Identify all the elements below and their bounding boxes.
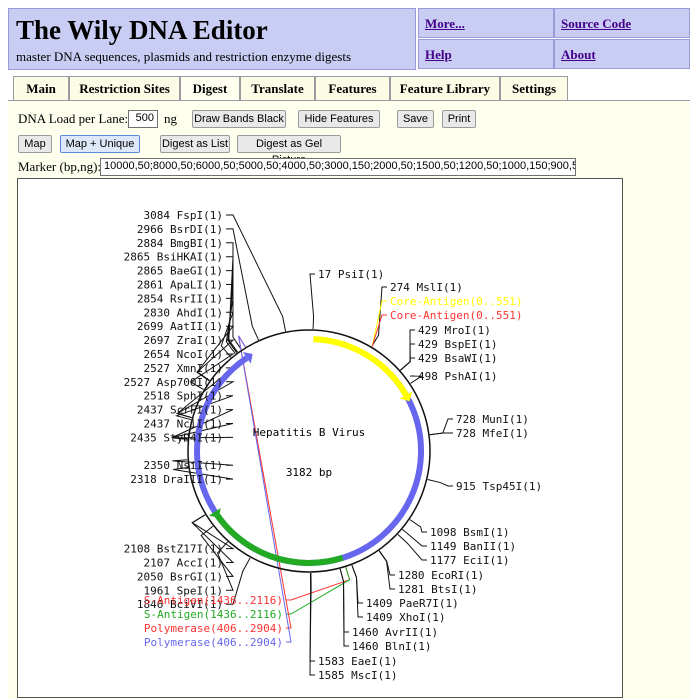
marker-label: Marker (bp,ng): xyxy=(18,159,102,174)
site-leader-line xyxy=(309,572,315,676)
polymerase-label-blue: Polymerase(406..2904) xyxy=(144,636,283,649)
site-label: 1583 EaeI(1) xyxy=(318,655,397,668)
help-link[interactable]: Help xyxy=(418,39,554,69)
site-label: 498 PshAI(1) xyxy=(418,370,497,383)
site-label: 2966 BsrDI(1) xyxy=(137,223,223,236)
tab-digest[interactable]: Digest xyxy=(180,76,240,102)
s-antigen-arc xyxy=(212,510,344,566)
core-antigen-label-yellow: Core-Antigen(0..551) xyxy=(390,295,522,308)
draw-bands-black-button[interactable]: Draw Bands Black xyxy=(192,110,286,128)
site-label: 2884 BmgBI(1) xyxy=(137,237,223,250)
site-label: 1409 XhoI(1) xyxy=(366,611,445,624)
s-antigen-label-green: S-Antigen(1436..2116) xyxy=(144,608,283,621)
site-label: 2861 ApaLI(1) xyxy=(137,279,223,292)
site-label: 2318 DraIII(1) xyxy=(130,473,223,486)
site-label: 429 MroI(1) xyxy=(418,324,491,337)
plasmid-map: Hepatitis B Virus 3182 bp 3084 FspI(1) 29… xyxy=(17,178,623,698)
marker-input[interactable]: 10000,50;8000,50;6000,50;5000,50;4000,50… xyxy=(100,158,576,176)
site-label: 1149 BanII(1) xyxy=(430,540,516,553)
site-leader-line xyxy=(309,273,315,330)
about-link[interactable]: About xyxy=(554,39,690,69)
dna-load-label: DNA Load per Lane: xyxy=(18,111,129,126)
site-label: 1281 BtsI(1) xyxy=(398,583,477,596)
plasmid-length: 3182 bp xyxy=(286,466,332,479)
site-label: 2108 BstZ17I(1) xyxy=(124,543,223,556)
print-button[interactable]: Print xyxy=(442,110,476,128)
feature-arcs xyxy=(194,336,424,566)
site-label: 728 MfeI(1) xyxy=(456,427,529,440)
site-label: 915 Tsp45I(1) xyxy=(456,480,542,493)
polymerase-label-red: Polymerase(406..2904) xyxy=(144,622,283,635)
site-label: 429 BspEI(1) xyxy=(418,338,497,351)
dna-load-unit: ng xyxy=(164,111,177,126)
site-label: 2865 BsiHKAI(1) xyxy=(124,251,223,264)
site-labels: 3084 FspI(1)2966 BsrDI(1)2884 BmgBI(1)28… xyxy=(124,209,542,682)
site-label: 1280 EcoRI(1) xyxy=(398,569,484,582)
site-label: 429 BsaWI(1) xyxy=(418,352,497,365)
site-label: 2527 Asp700I(1) xyxy=(124,376,223,389)
site-label: 2865 BaeGI(1) xyxy=(137,265,223,278)
digest-as-list-button[interactable]: Digest as List xyxy=(160,135,230,153)
plasmid-map-svg: Hepatitis B Virus 3182 bp 3084 FspI(1)29… xyxy=(124,209,542,682)
site-label: 1585 MscI(1) xyxy=(318,669,397,682)
site-label: 2527 XmnI(1) xyxy=(144,362,223,375)
tab-settings[interactable]: Settings xyxy=(500,76,568,100)
save-button[interactable]: Save xyxy=(397,110,434,128)
tab-features[interactable]: Features xyxy=(315,76,390,100)
site-label: 1409 PaeR7I(1) xyxy=(366,597,459,610)
plasmid-name: Hepatitis B Virus xyxy=(253,426,366,439)
site-label: 2107 AccI(1) xyxy=(144,557,223,570)
site-leader-line xyxy=(429,418,453,436)
site-label: 1460 BlnI(1) xyxy=(352,640,431,653)
site-leader-line xyxy=(400,357,415,371)
site-label: 2050 BsrGI(1) xyxy=(137,570,223,583)
core-antigen-arc xyxy=(313,336,409,397)
more-link[interactable]: More... xyxy=(418,8,554,38)
hide-features-button[interactable]: Hide Features xyxy=(298,110,380,128)
site-leader-line xyxy=(226,214,287,332)
site-label: 728 MunI(1) xyxy=(456,413,529,426)
site-label: 3084 FspI(1) xyxy=(144,209,223,222)
site-label: 2518 SphI(1) xyxy=(144,390,223,403)
site-label: 1460 AvrII(1) xyxy=(352,626,438,639)
site-leader-line xyxy=(339,568,349,633)
site-label: 274 MslI(1) xyxy=(390,281,463,294)
site-label: 1098 BsmI(1) xyxy=(430,526,509,539)
site-leader-line xyxy=(427,479,453,487)
map-unique-button[interactable]: Map + Unique xyxy=(60,135,140,153)
site-label: 2437 NciI(1) xyxy=(144,418,223,431)
site-leader-line xyxy=(429,432,453,436)
tab-translate[interactable]: Translate xyxy=(240,76,315,100)
site-leader-line xyxy=(409,519,427,533)
source-code-link[interactable]: Source Code xyxy=(554,8,690,38)
title-banner: The Wily DNA Editor master DNA sequences… xyxy=(8,8,416,70)
site-label: 2435 StyD4I(1) xyxy=(130,431,223,444)
site-leader-line xyxy=(400,343,415,371)
dna-load-input[interactable]: 500 xyxy=(128,110,158,128)
core-antigen-label-red: Core-Antigen(0..551) xyxy=(390,309,522,322)
site-label: 2854 RsrII(1) xyxy=(137,292,223,305)
map-button[interactable]: Map xyxy=(18,135,52,153)
site-label: 2697 ZraI(1) xyxy=(144,334,223,347)
app-header: The Wily DNA Editor master DNA sequences… xyxy=(8,8,690,70)
site-leader-line xyxy=(378,550,395,590)
tab-main[interactable]: Main xyxy=(13,76,69,100)
site-label: 1177 EciI(1) xyxy=(430,554,509,567)
site-label: 2350 NsiI(1) xyxy=(144,459,223,472)
site-label: 2830 AhdI(1) xyxy=(144,306,223,319)
site-label: 2437 ScrFI(1) xyxy=(137,404,223,417)
site-label: 2699 AatII(1) xyxy=(137,320,223,333)
backbone-circle xyxy=(187,329,431,573)
s-antigen-label-red: S-Antigen(1436..2116) xyxy=(144,594,283,607)
tab-restriction-sites[interactable]: Restriction Sites xyxy=(69,76,180,100)
app-title: The Wily DNA Editor xyxy=(16,15,268,45)
app-subtitle: master DNA sequences, plasmids and restr… xyxy=(16,49,352,64)
tab-feature-library[interactable]: Feature Library xyxy=(390,76,500,100)
digest-as-gel-button[interactable]: Digest as Gel Picture xyxy=(237,135,341,166)
site-leader-line xyxy=(351,565,363,618)
site-label: 17 PsiI(1) xyxy=(318,268,384,281)
site-label: 2654 NcoI(1) xyxy=(144,348,223,361)
